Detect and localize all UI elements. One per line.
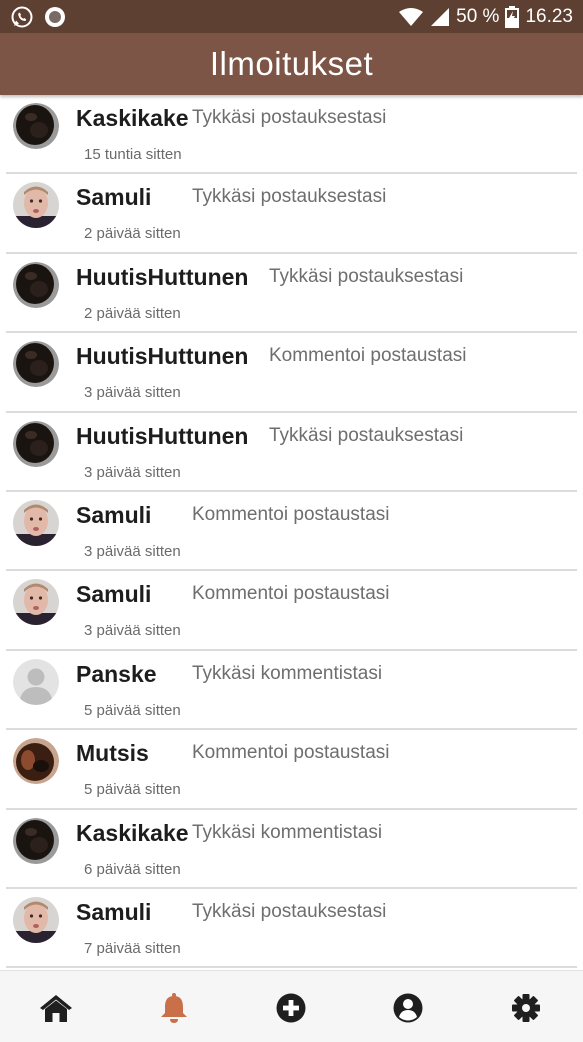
notification-username[interactable]: Panske: [76, 661, 157, 688]
battery-icon: [505, 5, 520, 28]
signal-icon: [430, 7, 450, 27]
status-bar: 50 % 16.23: [0, 0, 583, 33]
notification-action: Kommentoi postaustasi: [269, 345, 467, 367]
notification-item[interactable]: Samuli Tykkäsi postauksestasi 2 päivää sit…: [6, 174, 577, 254]
notification-time: 15 tuntia sitten: [84, 146, 182, 163]
avatar: [13, 341, 59, 388]
plus-circle-icon: [276, 993, 306, 1023]
notification-time: 2 päivää sitten: [84, 304, 181, 322]
notification-item[interactable]: HuutisHuttunen Tykkäsi postauksestasi 3 pä…: [6, 413, 577, 492]
notification-action: Tykkäsi kommentistasi: [192, 662, 383, 684]
avatar: [13, 738, 59, 785]
wifi-icon: [398, 7, 424, 27]
notification-action: Tykkäsi postauksestasi: [192, 186, 387, 208]
notification-username[interactable]: Kaskikake: [76, 105, 189, 132]
user-circle-icon: [393, 993, 423, 1023]
avatar: [13, 420, 59, 467]
notification-action: Kommentoi postaustasi: [192, 503, 390, 525]
bell-icon: [161, 993, 187, 1023]
notification-action: Kommentoi postaustasi: [192, 583, 390, 605]
notification-action: Kommentoi postaustasi: [192, 742, 390, 764]
notification-time: 3 päivää sitten: [84, 463, 181, 481]
notification-username[interactable]: Samuli: [76, 581, 151, 608]
notification-username[interactable]: Samuli: [76, 899, 151, 926]
notification-action: Tykkäsi kommentistasi: [192, 821, 383, 843]
avatar: [13, 182, 59, 229]
gear-icon: [512, 994, 540, 1022]
avatar: [13, 658, 59, 705]
notification-username[interactable]: Samuli: [76, 502, 151, 529]
notification-item[interactable]: Mutsis Kommentoi postaustasi 5 päivää sitt…: [6, 730, 577, 810]
nav-home-button[interactable]: [39, 991, 73, 1025]
notification-username[interactable]: Samuli: [76, 184, 151, 211]
avatar: [13, 261, 59, 308]
notification-action: Tykkäsi postauksestasi: [269, 424, 464, 446]
notification-time: 5 päivää sitten: [84, 701, 181, 719]
notification-action: Tykkäsi postauksestasi: [192, 107, 387, 128]
notification-item[interactable]: Kaskikake Tykkäsi kommentistasi 6 päivää s…: [6, 810, 577, 889]
app-header: Ilmoitukset: [0, 33, 583, 95]
clock: 16.23: [525, 5, 573, 27]
notification-time: 3 päivää sitten: [84, 622, 181, 640]
notification-dot-icon: [44, 6, 66, 28]
home-icon: [40, 995, 72, 1022]
nav-add-post-button[interactable]: [274, 991, 308, 1025]
notification-username[interactable]: Kaskikake: [76, 820, 189, 847]
notification-item[interactable]: Samuli Kommentoi postaustasi 3 päivää sitt…: [6, 492, 577, 572]
avatar: [13, 499, 59, 546]
notification-item[interactable]: Panske Tykkäsi kommentistasi 5 päivää sitt…: [6, 651, 577, 731]
notification-list[interactable]: Kaskikake Tykkäsi postauksestasi 15 tuntia…: [0, 95, 583, 970]
notification-time: 3 päivää sitten: [84, 384, 181, 402]
notification-time: 6 päivää sitten: [84, 860, 181, 878]
notification-time: 3 päivää sitten: [84, 542, 181, 560]
notification-item[interactable]: HuutisHuttunen Kommentoi postaustasi 3 päi…: [6, 333, 577, 413]
notification-username[interactable]: HuutisHuttunen: [76, 423, 248, 450]
notification-time: 5 päivää sitten: [84, 781, 181, 799]
nav-notifications-button[interactable]: [157, 991, 191, 1025]
notification-item[interactable]: Samuli Tykkäsi postauksestasi 7 päivää sit…: [6, 889, 577, 969]
notification-item[interactable]: Kaskikake Tykkäsi postauksestasi 15 tuntia…: [6, 95, 577, 175]
notification-username[interactable]: Mutsis: [76, 740, 149, 767]
notification-time: 7 päivää sitten: [84, 939, 181, 957]
notification-item[interactable]: Samuli Kommentoi postaustasi 3 päivää sitt…: [6, 571, 577, 651]
nav-profile-button[interactable]: [391, 991, 425, 1025]
avatar: [13, 579, 59, 626]
notification-item[interactable]: HuutisHuttunen Tykkäsi postauksestasi 2 pä…: [6, 254, 577, 334]
notification-username[interactable]: HuutisHuttunen: [76, 264, 248, 291]
page-title: Ilmoitukset: [209, 45, 374, 82]
avatar: [13, 817, 59, 864]
notification-action: Tykkäsi postauksestasi: [192, 900, 387, 922]
bottom-nav: [0, 970, 583, 1042]
notification-action: Tykkäsi postauksestasi: [269, 265, 464, 287]
notification-time: 2 päivää sitten: [84, 225, 181, 243]
nav-settings-button[interactable]: [509, 991, 543, 1025]
notification-username[interactable]: HuutisHuttunen: [76, 343, 248, 370]
avatar: [13, 103, 59, 149]
battery-percent: 50 %: [456, 5, 500, 27]
whatsapp-icon: [10, 5, 34, 29]
avatar: [13, 896, 59, 943]
